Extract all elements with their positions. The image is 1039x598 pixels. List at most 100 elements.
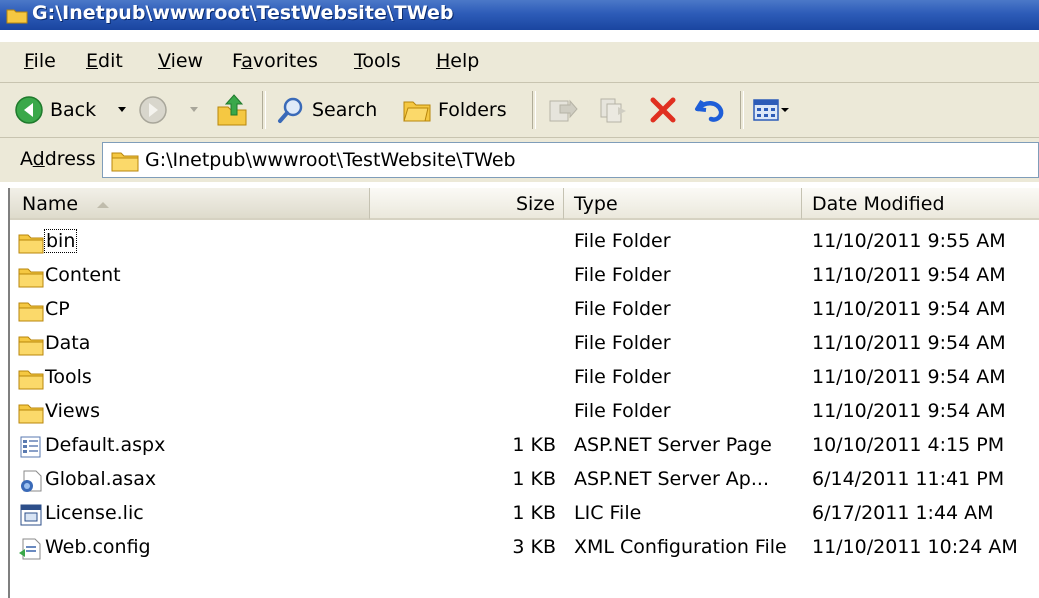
file-date-modified: 11/10/2011 10:24 AM [812, 536, 1018, 558]
file-row[interactable]: Views File Folder 11/10/2011 9:54 AM [10, 396, 1039, 430]
menu-view[interactable]: View [158, 50, 203, 72]
file-date-modified: 6/17/2011 1:44 AM [812, 502, 994, 524]
forward-button[interactable] [138, 91, 168, 129]
lic-file-icon [18, 504, 44, 526]
file-name[interactable]: Default.aspx [44, 434, 166, 456]
column-header-row: Name Size Type Date Modified [10, 188, 1039, 220]
column-header-type[interactable]: Type [564, 188, 802, 220]
address-input[interactable]: G:\Inetpub\wwwroot\TestWebsite\TWeb [102, 142, 1039, 178]
file-date-modified: 11/10/2011 9:54 AM [812, 366, 1006, 388]
copy-to-button[interactable] [598, 91, 630, 129]
folder-icon [18, 402, 44, 424]
toolbar: Back Search Folders [0, 83, 1039, 138]
file-name[interactable]: bin [44, 229, 78, 253]
file-list-pane[interactable]: Name Size Type Date Modified bin File Fol… [8, 188, 1039, 598]
file-row[interactable]: CP File Folder 11/10/2011 9:54 AM [10, 294, 1039, 328]
menu-file[interactable]: File [24, 50, 56, 72]
move-to-icon [549, 99, 578, 122]
file-type: File Folder [574, 332, 671, 354]
file-type: File Folder [574, 400, 671, 422]
copy-to-icon [600, 98, 626, 123]
file-date-modified: 11/10/2011 9:55 AM [812, 230, 1006, 252]
file-size: 3 KB [512, 536, 556, 558]
move-to-button[interactable] [546, 91, 578, 129]
file-name[interactable]: License.lic [44, 502, 145, 524]
column-header-name[interactable]: Name [10, 188, 370, 220]
folder-icon [18, 368, 44, 390]
forward-dropdown-button[interactable] [188, 91, 200, 129]
address-label: Address [20, 148, 96, 170]
file-type: File Folder [574, 366, 671, 388]
aspx-file-icon [18, 436, 44, 458]
file-row[interactable]: Web.config 3 KB XML Configuration File 11/1… [10, 532, 1039, 566]
menu-help[interactable]: Help [436, 50, 479, 72]
config-file-icon [18, 538, 44, 560]
file-row[interactable]: License.lic 1 KB LIC File 6/17/2011 1:44 AM [10, 498, 1039, 532]
back-button[interactable]: Back [14, 91, 96, 129]
file-type: File Folder [574, 298, 671, 320]
folders-button[interactable]: Folders [402, 91, 507, 129]
file-row[interactable]: Default.aspx 1 KB ASP.NET Server Page 10/10… [10, 430, 1039, 464]
window-title: G:\Inetpub\wwwroot\TestWebsite\TWeb [32, 2, 454, 24]
delete-x-icon [650, 97, 676, 123]
file-name[interactable]: Tools [44, 366, 93, 388]
chevron-down-icon [118, 107, 126, 112]
file-size: 1 KB [512, 434, 556, 456]
file-row[interactable]: Data File Folder 11/10/2011 9:54 AM [10, 328, 1039, 362]
chevron-down-icon [190, 107, 198, 112]
folders-icon [403, 101, 431, 122]
forward-arrow-icon [139, 96, 167, 124]
folder-icon [18, 334, 44, 356]
column-header-date-modified[interactable]: Date Modified [802, 188, 1039, 220]
toolbar-separator [262, 91, 266, 129]
sort-ascending-icon [97, 202, 109, 208]
undo-button[interactable] [694, 91, 726, 129]
file-name[interactable]: CP [44, 298, 71, 320]
toolbar-separator [740, 91, 744, 129]
folder-icon [111, 152, 139, 172]
chevron-down-icon [781, 108, 789, 112]
file-name[interactable]: Content [44, 264, 122, 286]
toolbar-separator [532, 91, 536, 129]
back-arrow-icon [15, 96, 43, 124]
menu-edit[interactable]: Edit [86, 50, 123, 72]
file-row[interactable]: bin File Folder 11/10/2011 9:55 AM [10, 226, 1039, 260]
file-type: ASP.NET Server Ap... [574, 468, 769, 490]
file-type: ASP.NET Server Page [574, 434, 772, 456]
back-dropdown-button[interactable] [116, 91, 128, 129]
file-row[interactable]: Global.asax 1 KB ASP.NET Server Ap... 6/14/… [10, 464, 1039, 498]
menu-favorites[interactable]: Favorites [232, 50, 318, 72]
asax-file-icon [18, 470, 44, 492]
file-name[interactable]: Global.asax [44, 468, 157, 490]
delete-button[interactable] [648, 91, 678, 129]
folder-icon [18, 300, 44, 322]
search-button[interactable]: Search [276, 91, 377, 129]
up-folder-icon [217, 94, 247, 126]
file-size: 1 KB [512, 502, 556, 524]
views-button[interactable] [752, 91, 790, 129]
up-folder-button[interactable] [216, 91, 248, 129]
file-row[interactable]: Tools File Folder 11/10/2011 9:54 AM [10, 362, 1039, 396]
title-bar[interactable]: G:\Inetpub\wwwroot\TestWebsite\TWeb [0, 0, 1039, 30]
folder-icon [18, 266, 44, 288]
file-type: XML Configuration File [574, 536, 787, 558]
search-icon [278, 97, 303, 123]
file-name[interactable]: Data [44, 332, 91, 354]
file-date-modified: 11/10/2011 9:54 AM [812, 400, 1006, 422]
explorer-window: G:\Inetpub\wwwroot\TestWebsite\TWeb File… [0, 0, 1039, 598]
folder-icon [6, 9, 28, 24]
file-name[interactable]: Web.config [44, 536, 152, 558]
file-size: 1 KB [512, 468, 556, 490]
file-row[interactable]: Content File Folder 11/10/2011 9:54 AM [10, 260, 1039, 294]
file-name[interactable]: Views [44, 400, 101, 422]
file-date-modified: 10/10/2011 4:15 PM [812, 434, 1005, 456]
file-date-modified: 6/14/2011 11:41 PM [812, 468, 1005, 490]
views-grid-icon [753, 99, 779, 121]
file-date-modified: 11/10/2011 9:54 AM [812, 332, 1006, 354]
file-date-modified: 11/10/2011 9:54 AM [812, 264, 1006, 286]
column-header-size[interactable]: Size [370, 188, 564, 220]
menu-tools[interactable]: Tools [354, 50, 401, 72]
address-bar: Address G:\Inetpub\wwwroot\TestWebsite\T… [0, 138, 1039, 182]
file-date-modified: 11/10/2011 9:54 AM [812, 298, 1006, 320]
undo-icon [695, 99, 724, 122]
